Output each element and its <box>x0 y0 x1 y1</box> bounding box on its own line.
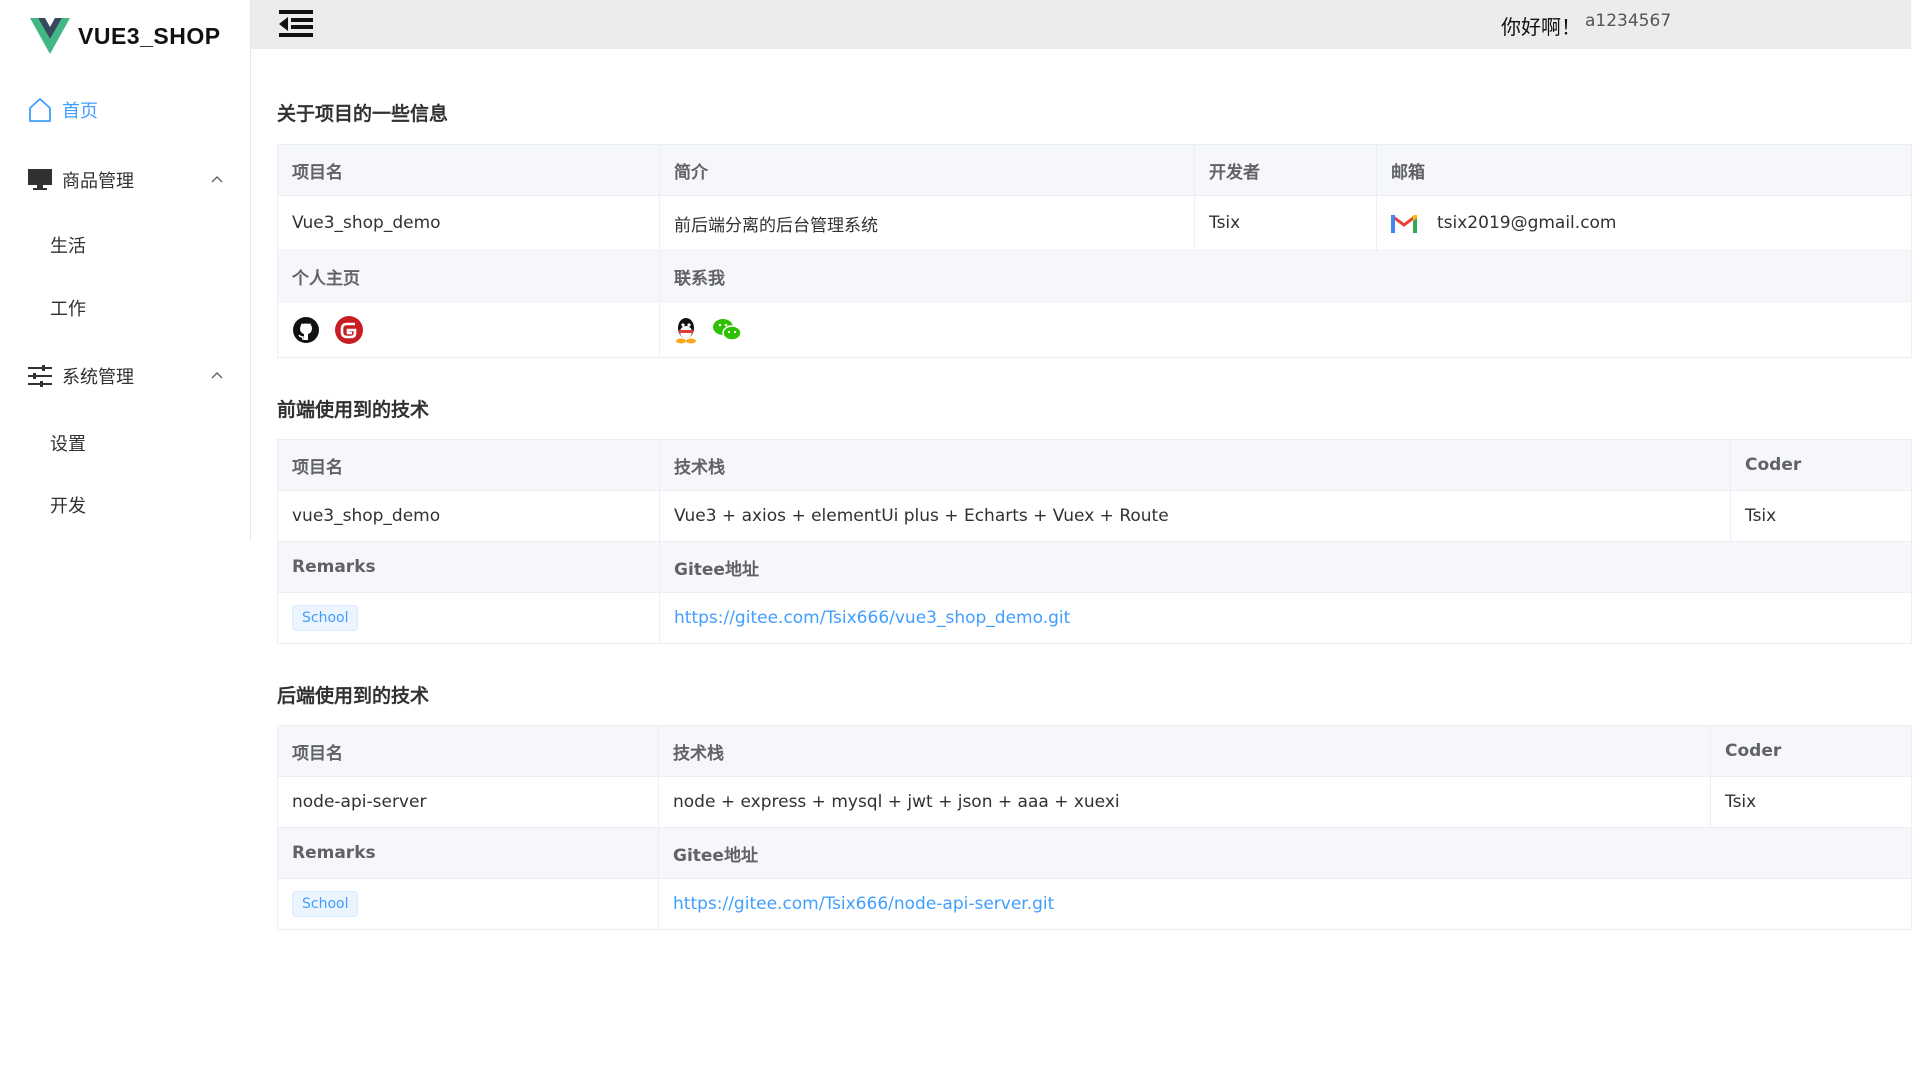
table-row: School https://gitee.com/Tsix666/vue3_sh… <box>277 592 1912 644</box>
frontend-table: 项目名 技术栈 Coder vue3_shop_demo Vue3 + axio… <box>277 439 1912 644</box>
table-row: 项目名 技术栈 Coder <box>277 725 1912 777</box>
cell-label: 个人主页 <box>277 250 660 302</box>
submenu-label-life: 生活 <box>50 236 86 257</box>
fold-menu-icon[interactable] <box>279 8 313 38</box>
email-cell: tsix2019@gmail.com <box>1376 195 1912 251</box>
username-dropdown[interactable]: a1234567 <box>1585 11 1671 31</box>
menu-item-system[interactable]: 系统管理 <box>0 348 250 404</box>
table-row: Vue3_shop_demo 前后端分离的后台管理系统 Tsix tsix201… <box>277 195 1912 251</box>
submenu-label-settings: 设置 <box>50 434 86 455</box>
cell-label: Coder <box>1730 439 1912 491</box>
tech-stack-value: Vue3 + axios + elementUi plus + Echarts … <box>659 490 1731 542</box>
about-table: 项目名 简介 开发者 邮箱 Vue3_shop_demo 前后端分离的后台管理系… <box>277 144 1912 358</box>
frontend-section-title: 前端使用到的技术 <box>277 399 430 421</box>
cell-label: 项目名 <box>277 725 659 777</box>
wechat-icon[interactable] <box>712 317 742 343</box>
backend-table: 项目名 技术栈 Coder node-api-server node + exp… <box>277 725 1912 930</box>
remarks-cell: School <box>277 878 659 930</box>
submenu-item-settings[interactable]: 设置 <box>0 418 250 468</box>
gitee-cell: https://gitee.com/Tsix666/node-api-serve… <box>658 878 1912 930</box>
menu-label-system: 系统管理 <box>62 367 134 388</box>
table-row: Remarks Gitee地址 <box>277 541 1912 593</box>
cell-label: 联系我 <box>659 250 1912 302</box>
top-header: 你好啊！ a1234567 <box>251 0 1911 49</box>
cell-label: 开发者 <box>1194 144 1377 196</box>
cell-value: Tsix <box>1730 490 1912 542</box>
cell-value: node-api-server <box>277 776 659 828</box>
chevron-up-icon <box>211 176 223 183</box>
github-icon[interactable] <box>292 316 320 344</box>
sidebar: VUE3_SHOP 首页 商品管理 生活 工作 系统管理 设置 开发 <box>0 0 251 540</box>
email-value: tsix2019@gmail.com <box>1437 213 1617 233</box>
submenu-item-work[interactable]: 工作 <box>0 283 250 333</box>
qq-icon[interactable] <box>674 316 698 344</box>
cell-label: Gitee地址 <box>658 827 1912 879</box>
table-row: vue3_shop_demo Vue3 + axios + elementUi … <box>277 490 1912 542</box>
vue-logo-icon <box>30 18 70 54</box>
home-icon <box>27 97 53 123</box>
gitee-cell: https://gitee.com/Tsix666/vue3_shop_demo… <box>659 592 1912 644</box>
school-tag: School <box>292 605 359 631</box>
submenu-label-work: 工作 <box>50 299 86 320</box>
menu-label-goods: 商品管理 <box>62 171 134 192</box>
table-row: 项目名 简介 开发者 邮箱 <box>277 144 1912 196</box>
gitee-link[interactable]: https://gitee.com/Tsix666/node-api-serve… <box>673 894 1054 914</box>
cell-value: 前后端分离的后台管理系统 <box>659 195 1195 251</box>
cell-label: 项目名 <box>277 439 660 491</box>
table-row: node-api-server node + express + mysql +… <box>277 776 1912 828</box>
table-row <box>277 301 1912 358</box>
cell-label: Remarks <box>277 827 659 879</box>
cell-label: 简介 <box>659 144 1195 196</box>
gitee-icon[interactable] <box>334 315 364 345</box>
table-row: 项目名 技术栈 Coder <box>277 439 1912 491</box>
tech-stack-value: node + express + mysql + jwt + json + aa… <box>658 776 1711 828</box>
menu-item-goods[interactable]: 商品管理 <box>0 152 250 208</box>
submenu-item-develop[interactable]: 开发 <box>0 480 250 530</box>
cell-label: 技术栈 <box>658 725 1711 777</box>
brand-name: VUE3_SHOP <box>78 22 221 49</box>
menu-label-home: 首页 <box>62 101 98 122</box>
table-row: School https://gitee.com/Tsix666/node-ap… <box>277 878 1912 930</box>
cell-value: Vue3_shop_demo <box>277 195 660 251</box>
cell-value: vue3_shop_demo <box>277 490 660 542</box>
monitor-icon <box>27 167 53 193</box>
brand-logo[interactable]: VUE3_SHOP <box>30 16 221 56</box>
table-row: Remarks Gitee地址 <box>277 827 1912 879</box>
cell-label: 邮箱 <box>1376 144 1912 196</box>
cell-label: 技术栈 <box>659 439 1731 491</box>
chevron-up-icon <box>211 372 223 379</box>
contact-cell <box>659 301 1912 358</box>
submenu-item-life[interactable]: 生活 <box>0 220 250 270</box>
cell-label: 项目名 <box>277 144 660 196</box>
gmail-icon <box>1391 214 1417 233</box>
remarks-cell: School <box>277 592 660 644</box>
cell-label: Gitee地址 <box>659 541 1912 593</box>
submenu-label-develop: 开发 <box>50 496 86 517</box>
sliders-icon <box>27 363 53 389</box>
about-section-title: 关于项目的一些信息 <box>277 103 449 125</box>
homepage-cell <box>277 301 660 358</box>
cell-value: Tsix <box>1710 776 1912 828</box>
cell-label: Remarks <box>277 541 660 593</box>
cell-label: Coder <box>1710 725 1912 777</box>
gitee-link[interactable]: https://gitee.com/Tsix666/vue3_shop_demo… <box>674 608 1070 628</box>
backend-section-title: 后端使用到的技术 <box>277 685 430 707</box>
table-row: 个人主页 联系我 <box>277 250 1912 302</box>
cell-value: Tsix <box>1194 195 1377 251</box>
school-tag: School <box>292 891 359 917</box>
menu-item-home[interactable]: 首页 <box>0 82 250 138</box>
greeting-text: 你好啊！ <box>1501 15 1581 39</box>
